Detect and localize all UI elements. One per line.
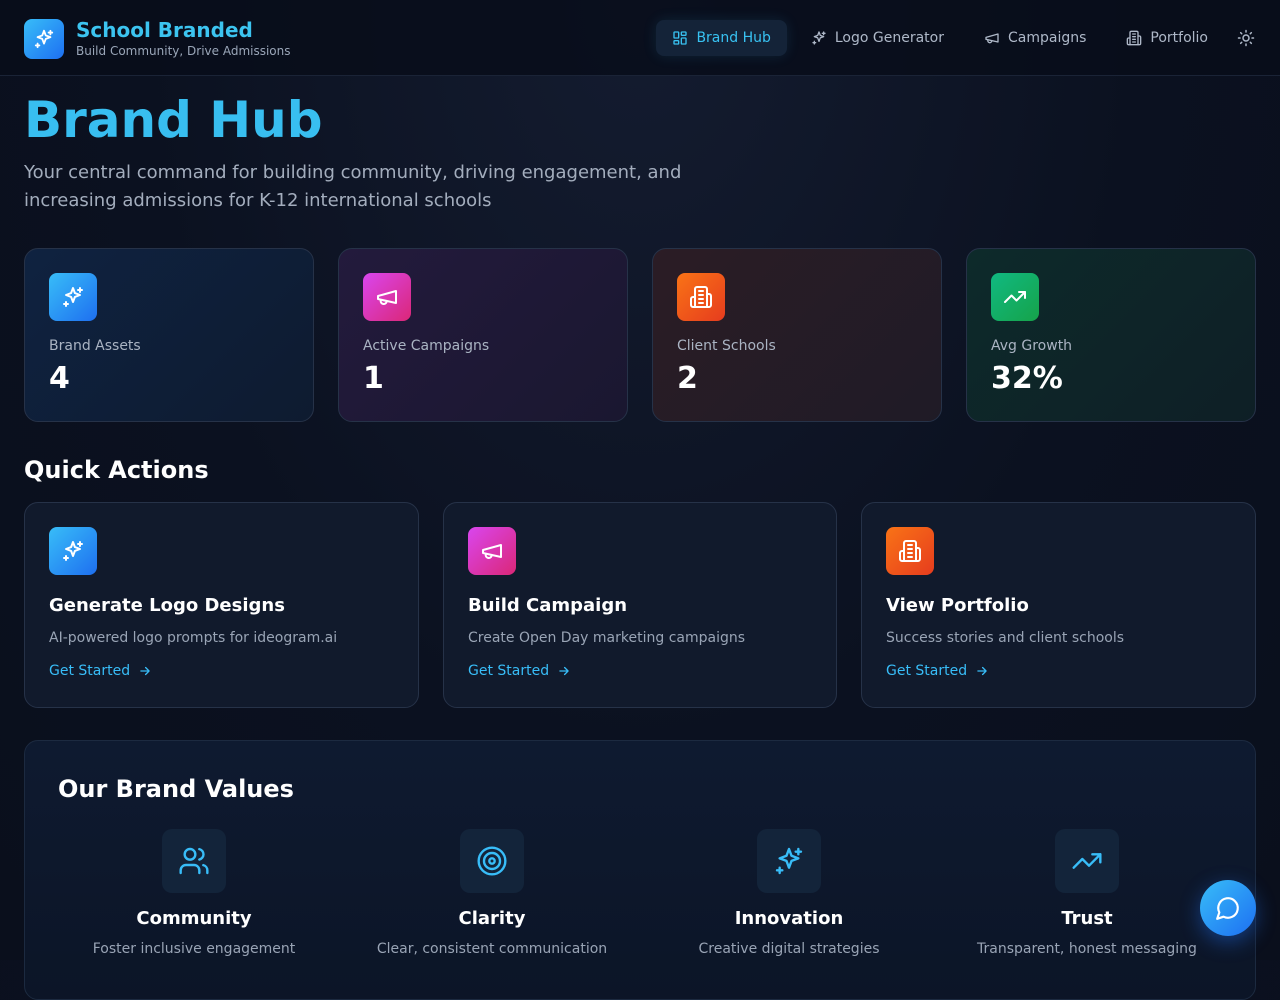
stat-value: 4 [49,361,70,396]
brand-subtitle: Build Community, Drive Admissions [76,44,291,58]
building-icon [677,273,725,321]
stat-card-active-campaigns: Active Campaigns 1 [338,248,628,422]
quick-action-title: View Portfolio [886,595,1029,616]
quick-action-title: Generate Logo Designs [49,595,285,616]
quick-action-description: Success stories and client schools [886,630,1125,646]
megaphone-icon [985,33,999,44]
stat-value: 2 [677,361,698,396]
sparkles-icon [49,273,97,321]
brand-values-section: Our Brand Values Community Foster inclus… [24,740,1256,1000]
sparkles-icon [757,829,821,893]
theme-toggle-button[interactable] [1228,20,1264,56]
megaphone-icon [363,273,411,321]
value-description: Foster inclusive engagement [92,941,296,957]
get-started-label: Get Started [49,663,131,679]
nav-portfolio[interactable]: Portfolio [1110,20,1224,56]
quick-actions-title: Quick Actions [24,456,209,484]
value-description: Creative digital strategies [698,941,880,957]
value-title: Community [136,908,252,929]
value-description: Transparent, honest messaging [977,941,1197,957]
trending-up-icon [991,273,1039,321]
value-community: Community Foster inclusive engagement [54,829,334,959]
value-clarity: Clarity Clear, consistent communication [352,829,632,959]
nav-label: Portfolio [1150,30,1208,46]
sparkles-icon [49,527,97,575]
arrow-right-icon [559,666,569,676]
nav-campaigns[interactable]: Campaigns [968,20,1102,56]
sun-icon [1237,29,1255,47]
stat-card-avg-growth: Avg Growth 32% [966,248,1256,422]
users-icon [162,829,226,893]
value-title: Trust [1061,908,1113,929]
nav-label: Campaigns [1008,30,1087,46]
stat-value: 32% [991,361,1063,396]
get-started-link[interactable]: Get Started [49,663,152,679]
stat-label: Brand Assets [49,338,141,354]
chat-bubble-icon [1216,897,1239,920]
grid-icon [673,31,688,45]
stat-label: Client Schools [677,338,776,354]
main-nav: Brand Hub Logo Generator Campaigns Portf… [648,20,1256,56]
stat-card-brand-assets: Brand Assets 4 [24,248,314,422]
get-started-link[interactable]: Get Started [468,663,571,679]
get-started-label: Get Started [468,663,550,679]
building-icon [886,527,934,575]
target-icon [460,829,524,893]
nav-logo-generator[interactable]: Logo Generator [795,20,960,56]
quick-action-view-portfolio[interactable]: View Portfolio Success stories and clien… [861,502,1256,708]
brand-title: School Branded [76,18,253,42]
top-header: School Branded Build Community, Drive Ad… [0,0,1280,76]
arrow-right-icon [140,666,150,676]
quick-action-description: AI-powered logo prompts for ideogram.ai [49,630,338,646]
stat-label: Active Campaigns [363,338,490,354]
building-icon [1127,30,1142,46]
trending-up-icon [1055,829,1119,893]
quick-action-description: Create Open Day marketing campaigns [468,630,746,646]
nav-label: Brand Hub [696,30,771,46]
sparkles-icon [812,31,826,45]
value-title: Innovation [734,908,844,929]
quick-action-build-campaign[interactable]: Build Campaign Create Open Day marketing… [443,502,837,708]
megaphone-icon [468,527,516,575]
page-subtitle: Your central command for building commun… [24,162,682,211]
quick-action-generate-logo[interactable]: Generate Logo Designs AI-powered logo pr… [24,502,419,708]
get-started-label: Get Started [886,663,968,679]
stat-value: 1 [363,361,384,396]
value-description: Clear, consistent communication [376,941,608,957]
chat-button[interactable] [1200,880,1256,936]
nav-brand-hub[interactable]: Brand Hub [656,20,787,56]
arrow-right-icon [977,666,987,676]
stat-card-client-schools: Client Schools 2 [652,248,942,422]
quick-action-title: Build Campaign [468,595,628,616]
value-innovation: Innovation Creative digital strategies [649,829,929,959]
page-title: Brand Hub [24,91,323,149]
get-started-link[interactable]: Get Started [886,663,989,679]
value-title: Clarity [458,908,526,929]
brand[interactable]: School Branded Build Community, Drive Ad… [24,18,291,59]
brand-values-title: Our Brand Values [58,775,294,803]
stat-label: Avg Growth [991,338,1073,354]
nav-label: Logo Generator [834,30,944,46]
value-trust: Trust Transparent, honest messaging [947,829,1227,959]
sparkles-icon [24,18,64,59]
